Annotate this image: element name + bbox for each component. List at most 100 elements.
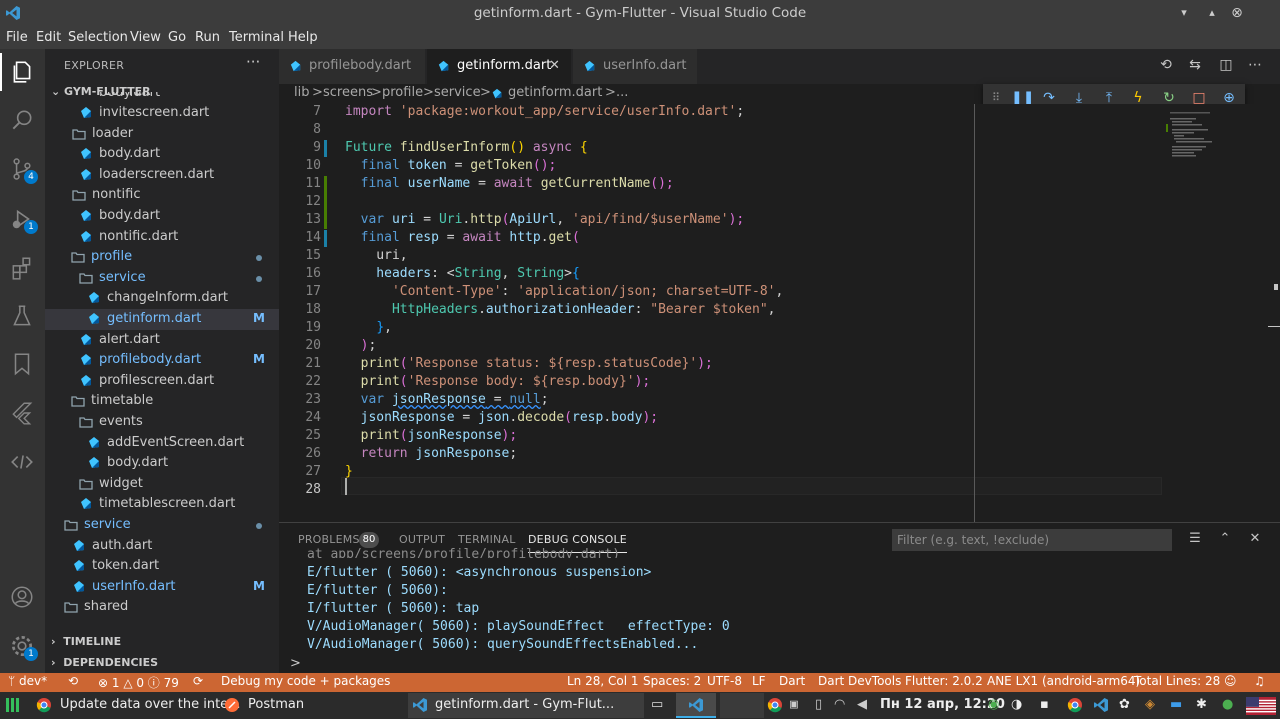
close-tab-icon[interactable]: ✕ <box>549 58 560 73</box>
close-panel-icon[interactable]: ✕ <box>1247 531 1263 547</box>
split-editor-icon[interactable]: ◫ <box>1217 57 1235 75</box>
dependencies-section-header[interactable]: › DEPENDENCIES <box>51 656 158 669</box>
tree-folder[interactable]: widget <box>45 474 279 495</box>
more-editor-actions-icon[interactable]: ⋯ <box>1246 57 1264 75</box>
tray-flower-icon[interactable]: ✿ <box>1119 697 1130 712</box>
tree-folder[interactable]: nontific <box>45 185 279 206</box>
pinned-app-slot[interactable] <box>720 693 764 718</box>
extensions-icon[interactable] <box>9 255 35 281</box>
menu-file[interactable]: File <box>6 30 28 45</box>
notifications-bell-icon[interactable]: ♫ <box>1254 674 1265 688</box>
feedback-icon[interactable]: ☺ <box>1224 674 1237 688</box>
tree-file[interactable]: token.dart <box>45 556 279 577</box>
tray-chat-icon[interactable]: ▬ <box>1170 697 1182 712</box>
tree-folder[interactable]: service <box>45 515 279 536</box>
menu-run[interactable]: Run <box>195 30 220 45</box>
run-debug-icon[interactable]: 1 <box>9 206 38 234</box>
flutter-version-status[interactable]: Flutter: 2.0.2 <box>905 674 983 688</box>
tree-folder[interactable]: profile <box>45 247 279 268</box>
tray-settings-icon[interactable]: ✱ <box>1196 697 1207 712</box>
start-menu-icon[interactable] <box>4 696 22 714</box>
problems-status[interactable]: ⊗ 1 △ 0 ⓘ 79 <box>98 674 179 691</box>
tree-file[interactable]: loaderscreen.dart <box>45 165 279 186</box>
history-icon[interactable]: ⟲ <box>1157 57 1175 75</box>
menu-terminal[interactable]: Terminal <box>229 30 284 45</box>
tree-file[interactable]: profilescreen.dart <box>45 371 279 392</box>
breadcrumb-item[interactable]: getinform.dart <box>508 85 602 100</box>
tab-userinfo[interactable]: userInfo.dart <box>573 49 697 84</box>
explorer-icon[interactable] <box>9 59 35 85</box>
tree-file[interactable]: changeInform.dart <box>45 288 279 309</box>
breadcrumb-item[interactable]: ... <box>616 85 628 100</box>
cursor-position[interactable]: Ln 28, Col 1 <box>567 674 639 688</box>
us-flag-keyboard-layout-icon[interactable] <box>1246 697 1276 715</box>
tree-file[interactable]: userInfo.dart M <box>45 577 279 598</box>
menu-edit[interactable]: Edit <box>36 30 61 45</box>
settings-gear-icon[interactable]: 1 <box>9 633 38 661</box>
close-window-icon[interactable]: ⊗ <box>1228 4 1246 22</box>
tree-file[interactable]: invitescreen.dart <box>45 103 279 124</box>
indentation-status[interactable]: Spaces: 2 <box>643 674 701 688</box>
tree-file[interactable]: getinform.dart M <box>45 309 279 330</box>
breadcrumb-item[interactable]: screens <box>323 85 373 100</box>
tray-app-icon[interactable]: ◑ <box>1011 697 1022 712</box>
menu-selection[interactable]: Selection <box>68 30 128 45</box>
source-control-icon[interactable]: 4 <box>9 156 38 184</box>
menu-go[interactable]: Go <box>168 30 186 45</box>
tree-file[interactable]: body.dart <box>45 453 279 474</box>
breadcrumb-item[interactable]: service <box>434 85 481 100</box>
tree-file[interactable]: alert.dart <box>45 330 279 351</box>
console-input-prompt[interactable]: > <box>290 656 301 671</box>
chrome-tray-icon[interactable] <box>1067 697 1083 713</box>
maximize-icon[interactable]: ▴ <box>1203 4 1221 22</box>
breadcrumb-item[interactable]: lib <box>294 85 309 100</box>
tab-problems[interactable]: PROBLEMS <box>298 533 360 546</box>
tray-power-icon[interactable]: ● <box>1222 697 1233 712</box>
open-changes-icon[interactable]: ⇆ <box>1186 57 1204 75</box>
chrome-icon[interactable] <box>767 697 783 713</box>
tree-folder[interactable]: shared <box>45 597 279 618</box>
breadcrumb-item[interactable]: profile <box>382 85 423 100</box>
tab-profilebody[interactable]: profilebody.dart <box>279 49 425 84</box>
clock[interactable]: Пн 12 апр, 12:20 <box>880 697 1005 712</box>
tree-file[interactable]: profilebody.dart M <box>45 350 279 371</box>
remote-code-icon[interactable] <box>9 449 35 475</box>
tray-green-icon[interactable]: ◉ <box>988 697 999 712</box>
device-status[interactable]: ANE LX1 (android-arm64) <box>987 674 1140 688</box>
tree-file[interactable]: timetablescreen.dart <box>45 494 279 515</box>
language-status[interactable]: Dart <box>779 674 805 688</box>
vscode-tray-icon[interactable] <box>1093 697 1109 713</box>
maximize-panel-icon[interactable]: ⌃ <box>1217 531 1233 547</box>
tab-debug-console[interactable]: DEBUG CONSOLE <box>528 533 627 553</box>
tree-folder[interactable]: loader <box>45 124 279 145</box>
clear-console-icon[interactable]: ☰ <box>1187 531 1203 547</box>
minimap[interactable] <box>1166 104 1266 164</box>
tree-folder[interactable]: events <box>45 412 279 433</box>
encoding-status[interactable]: UTF-8 <box>707 674 742 688</box>
tree-file[interactable]: body.dart <box>45 206 279 227</box>
tray-square-icon[interactable]: ▪ <box>1040 697 1049 712</box>
volume-icon[interactable]: ◀ <box>857 697 867 712</box>
menu-help[interactable]: Help <box>288 30 318 45</box>
timeline-section-header[interactable]: › TIMELINE <box>51 635 121 648</box>
pinned-vscode-active[interactable] <box>676 693 716 718</box>
sync-icon[interactable]: ⟲ <box>68 674 78 688</box>
eol-status[interactable]: LF <box>752 674 766 688</box>
tree-file[interactable]: addEventScreen.dart <box>45 433 279 454</box>
tree-folder[interactable]: timetable <box>45 391 279 412</box>
flutter-icon[interactable] <box>9 400 35 426</box>
code-editor[interactable]: 7 8 9 10 11 12 13 14 15 16 17 18 19 20 21 22 23 24 25 26 27 2… <box>279 104 1280 522</box>
menu-view[interactable]: View <box>130 30 161 45</box>
taskbar-window-chrome[interactable]: Update data over the inte... <box>30 693 241 718</box>
search-icon[interactable] <box>9 107 35 133</box>
testing-icon[interactable] <box>9 303 35 329</box>
tab-getinform[interactable]: getinform.dart ✕ <box>427 49 571 84</box>
show-desktop-icon[interactable]: ▭ <box>651 697 663 712</box>
debug-config-icon[interactable]: ⟳ <box>193 674 203 688</box>
account-icon[interactable] <box>9 584 35 610</box>
tree-file[interactable]: auth.dart <box>45 536 279 557</box>
taskbar-window-vscode[interactable]: getinform.dart - Gym-Flut... <box>408 693 644 718</box>
bookmark-icon[interactable] <box>9 351 35 377</box>
tree-file[interactable]: nontific.dart <box>45 227 279 248</box>
tab-output[interactable]: OUTPUT <box>399 533 445 546</box>
